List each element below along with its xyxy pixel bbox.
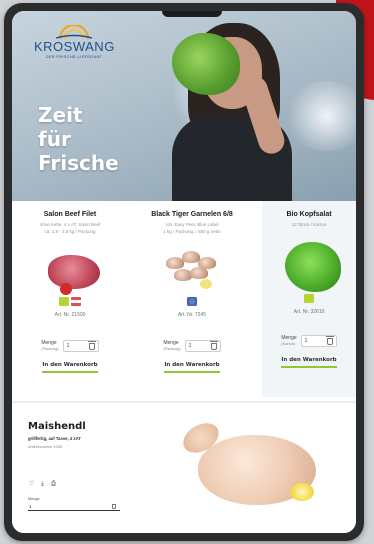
product-name: Bio Kopfsalat	[286, 211, 332, 218]
quantity-label: Menge (Karton)	[281, 335, 296, 347]
quantity-value: 1	[188, 343, 192, 349]
add-to-cart-button[interactable]: In den Warenkorb	[164, 362, 220, 373]
beef-filet-image	[48, 255, 100, 289]
quantity-label: Menge (Packung)	[163, 340, 180, 352]
featured-quantity-input[interactable]: 1	[28, 503, 120, 511]
heart-icon[interactable]: ♡	[28, 481, 35, 488]
quantity-value: 1	[304, 338, 308, 344]
camera-notch	[162, 11, 222, 17]
origin-flags	[12, 297, 128, 307]
quantity-value: 1	[66, 343, 70, 349]
add-to-cart-button[interactable]: In den Warenkorb	[42, 362, 98, 373]
featured-quantity-value: 1	[29, 504, 32, 509]
product-image-shrimp[interactable]	[160, 243, 224, 293]
product-image-beef[interactable]	[38, 243, 102, 295]
product-description: ohne Kette, 4 x AT, Salon Beef ca. 1,8 -…	[12, 221, 128, 235]
lemon-garnish	[290, 483, 314, 501]
hero-title-line: Frische	[38, 151, 119, 175]
quantity-input[interactable]: 1	[62, 340, 99, 352]
product-grid: Salon Beef Filet ohne Kette, 4 x AT, Sal…	[12, 201, 356, 401]
chicken-image[interactable]	[178, 417, 328, 517]
quality-label-icon	[59, 297, 69, 306]
featured-actions: ♡ ⤓ ⎙	[28, 481, 57, 488]
product-card-shrimp: Black Tiger Garnelen 6/8 roh, Easy Peel,…	[128, 201, 256, 401]
lettuce-image	[285, 242, 341, 292]
product-description-line: ca. 1,8 - 2,8 kg / Packung	[44, 229, 96, 234]
product-name: Black Tiger Garnelen 6/8	[151, 211, 233, 218]
globe-label-icon	[187, 297, 197, 306]
print-icon[interactable]: ⎙	[50, 481, 57, 488]
tomato-garnish	[60, 283, 72, 295]
article-number: Art. Nr. 32610	[293, 309, 325, 315]
featured-product: Maishendl grillfertig, auf Tasse, 4 xAT …	[12, 401, 356, 533]
product-card-salad: Bio Kopfsalat 12 Stück / Karton Art. Nr.…	[262, 201, 356, 397]
product-name: Salon Beef Filet	[43, 211, 97, 218]
featured-title: Maishendl	[28, 421, 86, 432]
shrimp-image	[190, 267, 208, 279]
product-description: 12 Stück / Karton	[262, 221, 356, 228]
brand-tagline: DER FRISCHE-LIEFERANT	[45, 54, 103, 59]
product-description-line: 1 kg / Packung = 800 g netto	[163, 229, 221, 234]
austria-flag-icon	[71, 297, 81, 306]
brand-logo[interactable]: KROSWANG DER FRISCHE-LIEFERANT	[34, 25, 114, 67]
tablet-frame: KROSWANG DER FRISCHE-LIEFERANT Zeit für …	[4, 3, 364, 541]
hero-title: Zeit für Frische	[38, 103, 158, 175]
water-splash	[282, 81, 356, 151]
quantity-input[interactable]: 1	[300, 335, 337, 347]
product-description-line: 12 Stück / Karton	[291, 222, 327, 227]
quantity-unit: (Karton)	[281, 342, 296, 346]
trash-icon[interactable]	[325, 335, 334, 345]
quantity-unit: (Packung)	[163, 347, 181, 351]
article-number: Art. Nr. 21500	[54, 312, 86, 318]
quantity-input[interactable]: 1	[184, 340, 221, 352]
add-to-cart-button[interactable]: In den Warenkorb	[281, 357, 337, 368]
product-description: roh, Easy Peel, Blue Label 1 kg / Packun…	[128, 221, 256, 235]
featured-quantity-label: Menge	[28, 497, 40, 501]
quantity-unit: (Packung)	[41, 347, 59, 351]
lemon-garnish	[200, 279, 212, 289]
lettuce-image	[172, 33, 240, 95]
featured-article-number: Artikelnummer 1005	[28, 445, 62, 449]
quantity-row: Menge (Packung) 1	[128, 340, 256, 352]
tablet-screen: KROSWANG DER FRISCHE-LIEFERANT Zeit für …	[12, 11, 356, 533]
download-icon[interactable]: ⤓	[39, 481, 46, 488]
divider	[12, 401, 356, 403]
quantity-row: Menge (Karton) 1	[262, 335, 356, 347]
trash-icon[interactable]	[112, 504, 116, 509]
product-card-beef: Salon Beef Filet ohne Kette, 4 x AT, Sal…	[12, 201, 128, 401]
trash-icon[interactable]	[87, 340, 96, 350]
origin-flags	[128, 297, 256, 307]
origin-flags	[262, 294, 356, 304]
product-description-line: ohne Kette, 4 x AT, Salon Beef	[39, 222, 101, 227]
product-description-line: roh, Easy Peel, Blue Label	[165, 222, 219, 227]
hero-banner: KROSWANG DER FRISCHE-LIEFERANT Zeit für …	[12, 11, 356, 201]
hero-title-line: Zeit	[38, 103, 83, 127]
trash-icon[interactable]	[209, 340, 218, 350]
brand-name: KROSWANG	[34, 39, 115, 54]
quantity-label: Menge (Packung)	[41, 340, 58, 352]
featured-subtitle: grillfertig, auf Tasse, 4 xAT	[28, 436, 81, 441]
bio-label-icon	[304, 294, 314, 303]
article-number: Art. Nr. 7245	[177, 312, 207, 318]
hero-title-line: für	[38, 127, 71, 151]
sun-logo-icon	[55, 25, 93, 39]
quantity-row: Menge (Packung) 1	[12, 340, 128, 352]
product-image-salad[interactable]	[277, 238, 341, 292]
